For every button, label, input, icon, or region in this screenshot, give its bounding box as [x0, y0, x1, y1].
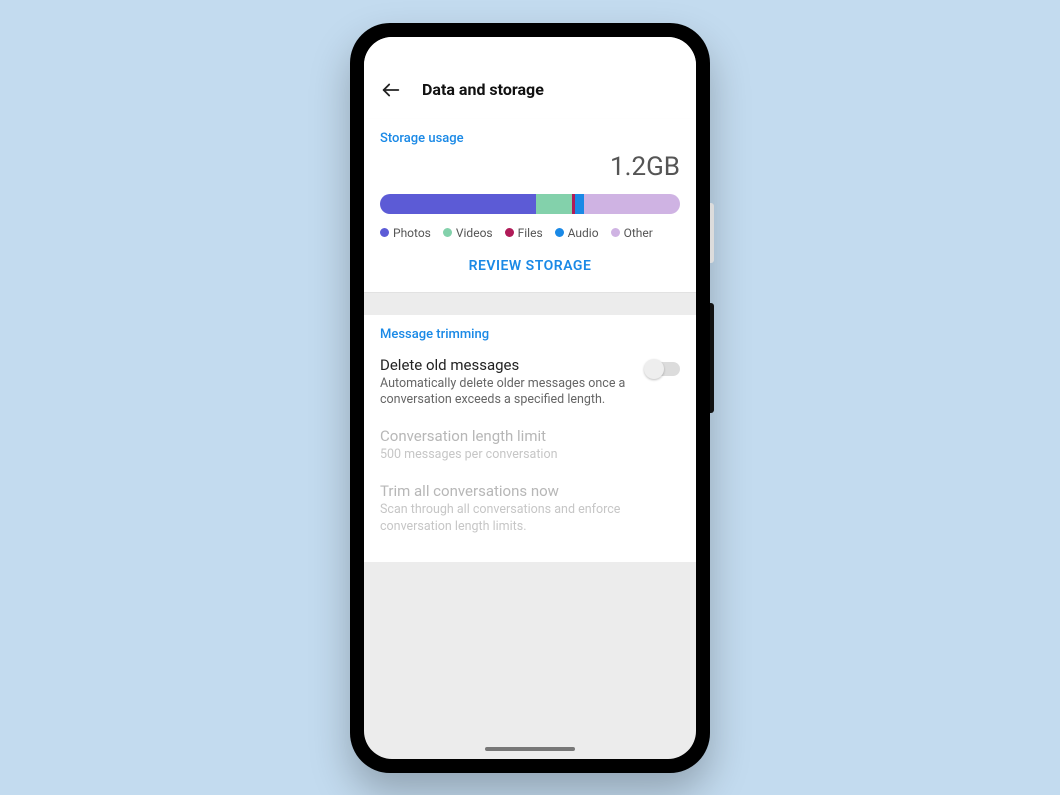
legend-item-audio: Audio: [555, 226, 599, 240]
section-gap: [364, 293, 696, 315]
legend-swatch-icon: [611, 228, 620, 237]
message-trimming-card: Message trimming Delete old messages Aut…: [364, 315, 696, 562]
toggle-knob: [644, 359, 664, 379]
screen: Data and storage Storage usage 1.2GB Pho…: [364, 37, 696, 759]
phone-side-button-top: [710, 203, 714, 263]
legend-label: Other: [624, 226, 653, 240]
legend-label: Files: [518, 226, 543, 240]
legend-swatch-icon: [505, 228, 514, 237]
conversation-length-limit-title: Conversation length limit: [380, 427, 680, 445]
storage-segment-photos: [380, 194, 536, 214]
storage-segment-audio: [575, 194, 584, 214]
legend-label: Photos: [393, 226, 431, 240]
storage-section-header: Storage usage: [364, 119, 696, 152]
legend-item-videos: Videos: [443, 226, 493, 240]
legend-label: Audio: [568, 226, 599, 240]
storage-usage-card: Storage usage 1.2GB Photos Videos Files Aud…: [364, 119, 696, 293]
storage-bar: [380, 194, 680, 214]
phone-frame: Data and storage Storage usage 1.2GB Pho…: [350, 23, 710, 773]
storage-segment-other: [584, 194, 680, 214]
back-arrow-icon[interactable]: [380, 79, 402, 101]
delete-old-messages-row[interactable]: Delete old messages Automatically delete…: [364, 348, 696, 420]
legend-swatch-icon: [380, 228, 389, 237]
trim-all-now-row: Trim all conversations now Scan through …: [364, 474, 696, 546]
phone-side-button-bottom: [710, 303, 714, 413]
legend-label: Videos: [456, 226, 493, 240]
legend-item-other: Other: [611, 226, 653, 240]
conversation-length-limit-subtitle: 500 messages per conversation: [380, 447, 680, 464]
legend-item-files: Files: [505, 226, 543, 240]
conversation-length-limit-row: Conversation length limit 500 messages p…: [364, 419, 696, 474]
trim-all-now-subtitle: Scan through all conversations and enfor…: [380, 502, 680, 536]
trim-all-now-title: Trim all conversations now: [380, 482, 680, 500]
delete-old-messages-title: Delete old messages: [380, 356, 634, 374]
delete-old-messages-toggle[interactable]: [646, 362, 680, 376]
page-title: Data and storage: [422, 80, 544, 99]
nav-handle[interactable]: [485, 747, 575, 751]
trimming-section-header: Message trimming: [364, 315, 696, 348]
storage-total: 1.2GB: [364, 152, 696, 190]
legend-swatch-icon: [443, 228, 452, 237]
delete-old-messages-subtitle: Automatically delete older messages once…: [380, 376, 634, 410]
storage-segment-videos: [536, 194, 572, 214]
legend-swatch-icon: [555, 228, 564, 237]
status-bar: [364, 37, 696, 67]
app-bar: Data and storage: [364, 67, 696, 119]
storage-legend: Photos Videos Files Audio Other: [364, 222, 696, 248]
legend-item-photos: Photos: [380, 226, 431, 240]
review-storage-button[interactable]: REVIEW STORAGE: [364, 248, 696, 278]
